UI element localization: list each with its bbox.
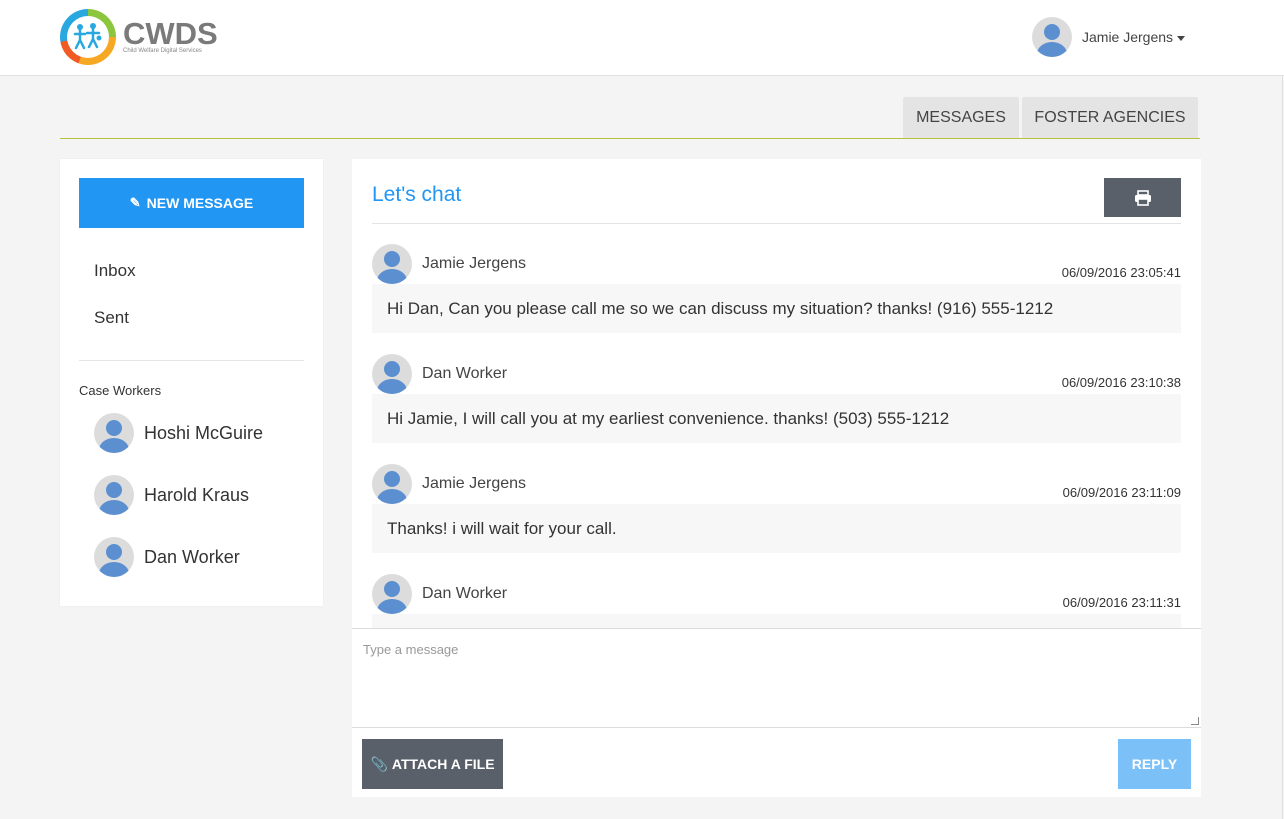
sidebar-item-inbox[interactable]: Inbox bbox=[94, 261, 136, 281]
sidebar-divider bbox=[79, 360, 304, 361]
message-sender: Jamie Jergens bbox=[422, 255, 527, 272]
avatar bbox=[94, 413, 134, 453]
case-worker-item[interactable]: Harold Kraus bbox=[94, 475, 249, 515]
tab-messages[interactable]: MESSAGES bbox=[903, 97, 1019, 138]
resize-handle-icon[interactable] bbox=[1191, 717, 1199, 725]
avatar bbox=[372, 574, 412, 614]
user-menu-dropdown[interactable]: Jamie Jergens bbox=[1032, 17, 1186, 57]
logo-figures-icon bbox=[73, 23, 102, 50]
message-timestamp: 06/09/2016 23:05:41 bbox=[1061, 265, 1181, 280]
case-worker-item[interactable]: Dan Worker bbox=[94, 537, 240, 577]
logo-subtitle: Child Welfare Digital Services bbox=[123, 48, 202, 54]
case-worker-item[interactable]: Hoshi McGuire bbox=[94, 413, 263, 453]
message-sender: Jamie Jergens bbox=[422, 475, 527, 492]
printer-icon bbox=[1134, 189, 1151, 206]
tab-foster-agencies[interactable]: FOSTER AGENCIES bbox=[1022, 97, 1198, 138]
caret-down-icon bbox=[1177, 35, 1186, 41]
message-timestamp: 06/09/2016 23:10:38 bbox=[1061, 375, 1181, 390]
edit-icon: ✎ bbox=[129, 195, 141, 210]
message-sender: Dan Worker bbox=[422, 365, 508, 382]
attach-file-button[interactable]: 📎 ATTACH A FILE bbox=[362, 739, 503, 789]
avatar bbox=[372, 464, 412, 504]
print-button[interactable] bbox=[1104, 178, 1181, 217]
new-message-label: NEW MESSAGE bbox=[146, 195, 254, 211]
tabs-underline bbox=[60, 138, 1200, 139]
reply-button[interactable]: REPLY bbox=[1118, 739, 1191, 789]
message-text: Hi Jamie, I will call you at my earliest… bbox=[372, 394, 1181, 443]
case-workers-heading: Case Workers bbox=[79, 383, 162, 398]
message-sender: Dan Worker bbox=[422, 585, 508, 602]
avatar bbox=[372, 354, 412, 394]
case-worker-name: Dan Worker bbox=[144, 546, 240, 567]
avatar bbox=[94, 537, 134, 577]
message-text bbox=[372, 614, 1181, 628]
message-timestamp: 06/09/2016 23:11:31 bbox=[1062, 595, 1181, 610]
message-input[interactable] bbox=[352, 629, 1201, 727]
message-composer bbox=[352, 628, 1201, 728]
message-text: Hi Dan, Can you please call me so we can… bbox=[372, 284, 1181, 333]
message-item: Jamie Jergens 06/09/2016 23:05:41 Hi Dan… bbox=[372, 224, 1181, 333]
chat-title: Let's chat bbox=[372, 183, 462, 206]
message-timestamp: 06/09/2016 23:11:09 bbox=[1062, 485, 1181, 500]
cwds-logo[interactable]: CWDS Child Welfare Digital Services bbox=[60, 9, 220, 65]
attach-file-label: ATTACH A FILE bbox=[391, 756, 495, 772]
case-worker-name: Hoshi McGuire bbox=[144, 422, 264, 443]
avatar bbox=[94, 475, 134, 515]
sidebar-item-sent[interactable]: Sent bbox=[94, 308, 129, 328]
message-item: Dan Worker 06/09/2016 23:11:31 bbox=[372, 554, 1181, 628]
paperclip-icon: 📎 bbox=[370, 755, 388, 772]
message-item: Jamie Jergens 06/09/2016 23:11:09 Thanks… bbox=[372, 444, 1181, 553]
avatar bbox=[372, 244, 412, 284]
message-text: Thanks! i will wait for your call. bbox=[372, 504, 1181, 553]
message-item: Dan Worker 06/09/2016 23:10:38 Hi Jamie,… bbox=[372, 334, 1181, 443]
user-avatar bbox=[1032, 17, 1072, 57]
sidebar: ✎ NEW MESSAGE Inbox Sent Case Workers Ho… bbox=[60, 159, 323, 606]
user-name: Jamie Jergens bbox=[1082, 29, 1174, 45]
message-list[interactable]: Jamie Jergens 06/09/2016 23:05:41 Hi Dan… bbox=[352, 224, 1201, 628]
logo-wordmark: CWDS bbox=[123, 16, 218, 51]
chat-panel: Let's chat Jamie Jergens 06/09/2016 23:0… bbox=[352, 159, 1201, 797]
case-worker-name: Harold Kraus bbox=[144, 484, 250, 505]
top-navbar: CWDS Child Welfare Digital Services Jami… bbox=[0, 0, 1284, 76]
new-message-button[interactable]: ✎ NEW MESSAGE bbox=[79, 178, 304, 228]
